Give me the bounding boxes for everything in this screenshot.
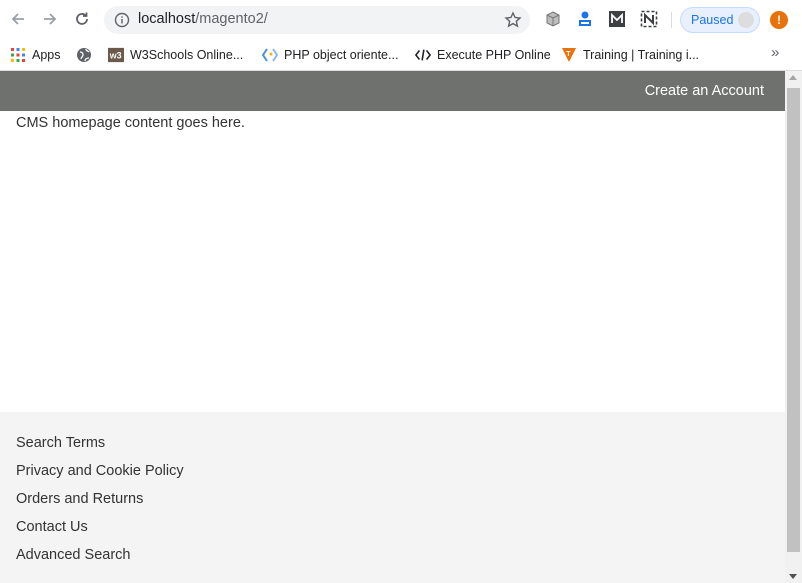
panel-header: Create an Account — [0, 71, 785, 111]
training-icon: T — [561, 47, 577, 63]
w3schools-icon: w3 — [108, 47, 124, 63]
box-extension-icon[interactable] — [544, 10, 562, 28]
scroll-down-arrow-icon[interactable] — [789, 574, 797, 579]
php-icon — [262, 47, 278, 63]
bookmarks-bar: Apps w3 W3Schools Online... PHP object o… — [0, 40, 802, 71]
svg-text:w3: w3 — [109, 51, 122, 61]
globe-icon — [76, 47, 92, 63]
bookmark-training[interactable]: T Training | Training i... — [561, 45, 699, 65]
url-path: /magento2/ — [195, 11, 268, 27]
scroll-thumb[interactable] — [787, 88, 800, 552]
apps-grid-icon — [10, 47, 26, 63]
bookmark-label: PHP object oriente... — [284, 48, 399, 62]
bookmark-execute-php[interactable]: Execute PHP Online — [415, 45, 551, 65]
profile-paused-button[interactable]: Paused — [680, 7, 760, 33]
bookmark-star-icon[interactable] — [504, 11, 522, 29]
footer-link-orders-returns[interactable]: Orders and Returns — [16, 491, 143, 507]
info-icon[interactable] — [114, 12, 130, 28]
cms-content: CMS homepage content goes here. — [16, 115, 245, 131]
bookmark-label: W3Schools Online... — [130, 48, 244, 62]
bookmark-label: Apps — [32, 48, 61, 62]
reload-icon — [76, 12, 88, 25]
bookmarks-overflow-button[interactable]: » — [771, 44, 779, 61]
toolbar-divider — [671, 12, 672, 28]
page-footer: Search Terms Privacy and Cookie Policy O… — [0, 412, 785, 583]
footer-link-search-terms[interactable]: Search Terms — [16, 435, 105, 451]
back-arrow-icon — [11, 13, 24, 25]
vertical-scrollbar[interactable] — [785, 71, 802, 583]
footer-link-privacy[interactable]: Privacy and Cookie Policy — [16, 463, 184, 479]
alert-icon[interactable]: ! — [770, 11, 788, 29]
profile-avatar-icon — [738, 12, 754, 28]
url-text[interactable]: localhost/magento2/ — [138, 11, 268, 27]
bookmark-label: Training | Training i... — [583, 48, 700, 62]
reload-button[interactable] — [71, 8, 93, 30]
back-button[interactable] — [7, 8, 29, 30]
paused-label: Paused — [691, 13, 734, 27]
footer-link-contact[interactable]: Contact Us — [16, 519, 88, 535]
address-bar[interactable]: localhost/magento2/ — [104, 6, 530, 34]
page-viewport: Create an Account CMS homepage content g… — [0, 71, 785, 583]
n-extension-icon[interactable] — [640, 10, 658, 28]
url-host: localhost — [138, 11, 196, 27]
footer-link-advanced-search[interactable]: Advanced Search — [16, 547, 130, 563]
bookmark-globe[interactable] — [76, 45, 98, 65]
bookmark-php[interactable]: PHP object oriente... — [262, 45, 398, 65]
person-badge-extension-icon[interactable] — [576, 10, 594, 28]
browser-toolbar: localhost/magento2/ Paused ! — [0, 0, 802, 40]
bookmark-w3schools[interactable]: w3 W3Schools Online... — [108, 45, 243, 65]
code-icon — [415, 47, 431, 63]
bookmark-apps[interactable]: Apps — [10, 45, 61, 65]
m-extension-icon[interactable] — [608, 10, 626, 28]
create-account-link[interactable]: Create an Account — [645, 83, 764, 99]
scroll-up-arrow-icon[interactable] — [789, 75, 797, 80]
svg-text:T: T — [566, 51, 571, 58]
forward-arrow-icon — [44, 13, 57, 25]
forward-button[interactable] — [39, 8, 61, 30]
bookmark-label: Execute PHP Online — [437, 48, 551, 62]
